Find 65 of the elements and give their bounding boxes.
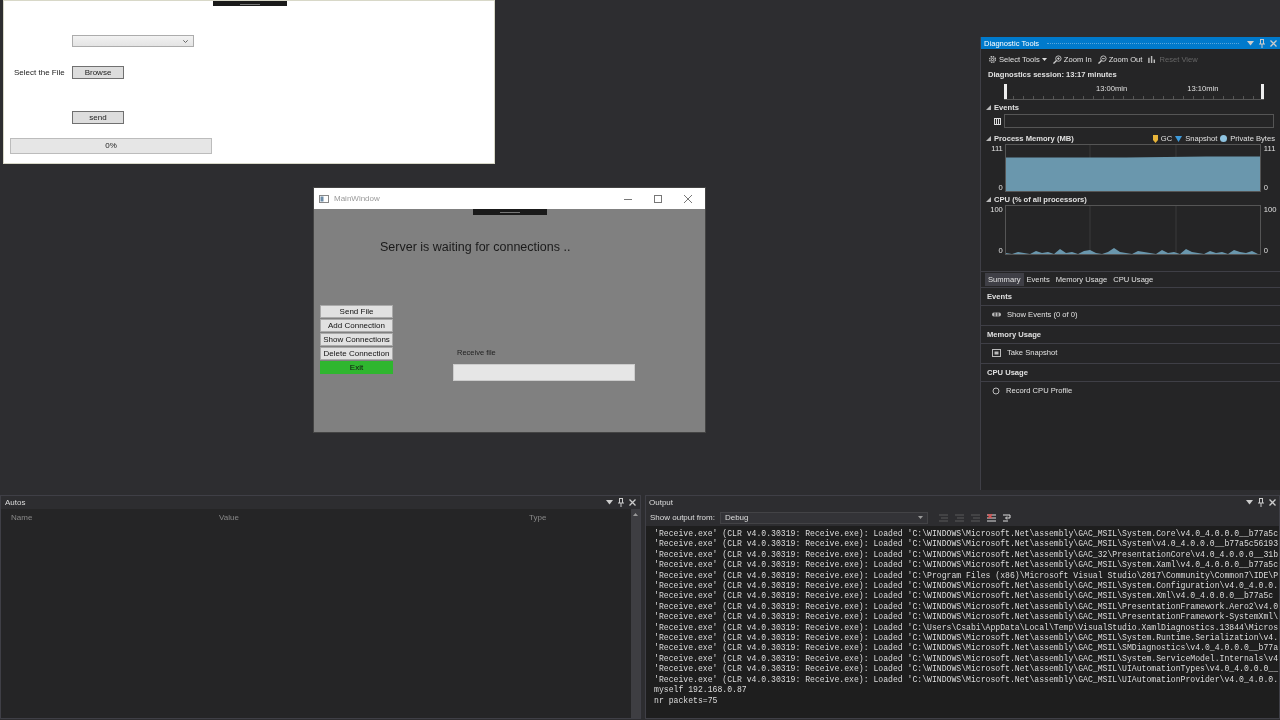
maximize-icon[interactable] [654,194,662,203]
record-icon [992,386,1000,395]
source-label: Show output from: [650,513,715,522]
column-header: Type [529,513,548,522]
output-line: 'Receive.exe' (CLR v4.0.30319: Receive.exe): Loaded 'C:\WINDOWS\Microsoft.Net\assembly\GAC_MSIL\System.Xml\v4.0_4.0.0.0__b77a5c [654,591,1275,602]
output-line: 'Receive.exe' (CLR v4.0.30319: Receive.exe): Loaded 'C:\WINDOWS\Microsoft.Net\assembly\GAC_MSIL\System.ServiceModel.Internals\v4 [654,653,1279,664]
column-header: Name [11,513,34,522]
expand-icon[interactable] [986,197,991,202]
output-line: myself 192.168.0.87 [654,685,748,696]
panel-title: Autos [5,498,27,507]
zoom-out-icon [1097,55,1107,64]
output-line: 'Receive.exe' (CLR v4.0.30319: Receive.exe): Loaded 'C:\WINDOWS\Microsoft.Net\assembly\GAC_MSIL\PresentationFramework.Aero2\v4.0 [654,601,1279,612]
status-heading: Server is waiting for connections .. [380,240,572,254]
output-line: 'Receive.exe' (CLR v4.0.30319: Receive.exe): Loaded 'C:\Program Files (x86)\Microsoft Visual Studio\2017\Community\Common7\IDE\P [654,570,1279,581]
output-line: 'Receive.exe' (CLR v4.0.30319: Receive.exe): Loaded 'C:\WINDOWS\Microsoft.Net\assembly\GAC_MSIL\System.Core\v4.0_4.0.0.0__b77a5c [654,529,1279,539]
caret-down-icon [917,516,923,519]
action-button[interactable]: Show Connections [320,333,393,346]
action-button[interactable]: Delete Connection [320,347,393,360]
column-header: Value [219,513,240,522]
receive-field[interactable] [453,364,635,381]
close-icon[interactable] [684,194,692,203]
output-line: 'Receive.exe' (CLR v4.0.30319: Receive.exe): Loaded 'C:\WINDOWS\Microsoft.Net\assembly\GAC_MSIL\SMDiagnostics\v4.0_4.0.0.0__b77a [654,643,1279,654]
scroll-up-icon[interactable] [633,513,638,516]
word-wrap-icon[interactable] [1002,513,1012,522]
source-dropdown[interactable]: Debug [719,511,928,524]
output-line: 'Receive.exe' (CLR v4.0.30319: Receive.exe): Loaded 'C:\WINDOWS\Microsoft.Net\assembly\GAC_MSIL\UIAutomationProvider\v4.0_4.0.0. [654,674,1279,685]
debug-toolbar[interactable] [473,209,547,215]
expand-icon[interactable] [986,136,991,141]
app-icon [319,194,329,203]
output-line: 'Receive.exe' (CLR v4.0.30319: Receive.exe): Loaded 'C:\WINDOWS\Microsoft.Net\assembly\GAC_MSIL\UIAutomationTypes\v4.0_4.0.0.0__ [654,664,1279,675]
bar-chart-icon [1148,55,1158,64]
browse-button[interactable]: Browse [72,66,124,79]
window-title: MainWindow [334,194,381,203]
events-icon [992,312,1001,317]
output-line: nr packets=75 [654,695,719,706]
output-line: 'Receive.exe' (CLR v4.0.30319: Receive.exe): Loaded 'C:\WINDOWS\Microsoft.Net\assembly\GAC_32\PresentationCore\v4.0_4.0.0.0__31b [654,549,1279,560]
output-line: 'Receive.exe' (CLR v4.0.30319: Receive.exe): Loaded 'C:\WINDOWS\Microsoft.Net\assembly\GAC_MSIL\System\v4.0_4.0.0.0__b77a5c56193 [654,539,1279,550]
exit-button[interactable]: Exit [320,361,393,374]
action-button[interactable]: Add Connection [320,319,393,332]
caret-down-icon [1041,58,1047,61]
pause-icon[interactable] [994,117,1001,125]
send-button[interactable]: send [72,111,124,124]
output-line: 'Receive.exe' (CLR v4.0.30319: Receive.exe): Loaded 'C:\WINDOWS\Microsoft.Net\assembly\GAC_MSIL\PresentationFramework-SystemXml\ [654,612,1279,623]
panel-title: Output [649,498,674,507]
caret-down-icon[interactable] [1246,500,1253,505]
chevron-down-icon [183,39,188,43]
camera-icon [992,348,1001,357]
output-line: 'Receive.exe' (CLR v4.0.30319: Receive.exe): Loaded 'C:\WINDOWS\Microsoft.Net\assembly\GAC_MSIL\System.Xaml\v4.0_4.0.0.0__b77a5c [654,560,1279,571]
gear-icon [988,55,997,64]
output-line: 'Receive.exe' (CLR v4.0.30319: Receive.exe): Loaded 'C:\Users\Csabi\AppData\Local\Temp\VisualStudio.XamlDiagnostics.13844\Micros [654,622,1279,633]
action-button[interactable]: Send File [320,305,393,318]
zoom-in-icon [1052,55,1062,64]
output-line: 'Receive.exe' (CLR v4.0.30319: Receive.exe): Loaded 'C:\WINDOWS\Microsoft.Net\assembly\GAC_MSIL\System.Configuration\v4.0_4.0.0. [654,581,1279,591]
debug-toolbar[interactable] [213,1,287,6]
close-icon[interactable] [1269,499,1276,506]
close-icon[interactable] [629,499,636,506]
pin-icon[interactable] [1258,498,1264,507]
caret-down-icon[interactable] [606,500,613,505]
pin-icon[interactable] [618,498,624,507]
clear-all-icon[interactable] [986,513,996,522]
output-line: 'Receive.exe' (CLR v4.0.30319: Receive.exe): Loaded 'C:\WINDOWS\Microsoft.Net\assembly\GAC_MSIL\System.Runtime.Serialization\v4. [654,633,1279,643]
file-label: Select the File [13,68,66,77]
progress-text: 0% [104,141,118,150]
expand-icon[interactable] [986,105,991,110]
scrollbar[interactable] [631,509,640,718]
